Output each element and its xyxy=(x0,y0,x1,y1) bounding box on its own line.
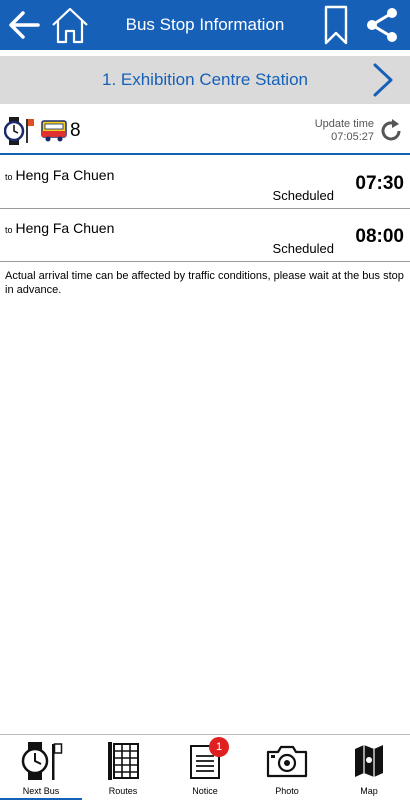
arrival-time: 07:30 xyxy=(355,173,404,194)
share-button[interactable] xyxy=(360,3,404,47)
timetable-icon xyxy=(108,742,139,780)
tab-icon-wrap xyxy=(246,739,328,783)
top-bar: Bus Stop Information xyxy=(0,0,410,50)
route-number: 8 xyxy=(70,120,81,141)
stop-bar: 1. Exhibition Centre Station xyxy=(0,56,410,104)
arrival-destination: to Heng Fa Chuen xyxy=(5,167,114,183)
route-info-icons: 8 xyxy=(4,117,81,145)
app-root: Bus Stop Information 1. Exhibition Centr… xyxy=(0,0,410,800)
arrow-left-icon xyxy=(9,11,40,39)
destination-name: Heng Fa Chuen xyxy=(15,167,115,183)
tab-label: Photo xyxy=(275,786,299,796)
update-time-label: Update time xyxy=(314,118,374,130)
update-time-block: Update time 07:05:27 xyxy=(315,118,374,144)
bottom-tab-bar: Next Bus Routes 1 Notice Photo Map xyxy=(0,734,410,800)
tab-label: Map xyxy=(360,786,378,796)
bus-icon xyxy=(41,120,67,142)
tab-icon-wrap xyxy=(328,739,410,783)
tab-icon-wrap xyxy=(82,739,164,783)
tab-label: Routes xyxy=(108,786,138,796)
tab-label: Next Bus xyxy=(22,786,60,796)
map-icon xyxy=(355,745,383,777)
stop-name[interactable]: 1. Exhibition Centre Station xyxy=(0,56,410,104)
update-time-value: 07:05:27 xyxy=(331,131,374,143)
route-info-row: 8 Update time 07:05:27 xyxy=(0,104,410,155)
to-prefix: to xyxy=(5,172,13,182)
tab-label: Notice xyxy=(192,786,218,796)
share-icon xyxy=(367,8,397,42)
back-button[interactable] xyxy=(2,3,46,47)
chevron-right-icon xyxy=(373,63,393,97)
home-icon xyxy=(52,7,88,44)
next-bus-icon xyxy=(21,742,63,780)
next-stop-button[interactable] xyxy=(368,62,398,98)
refresh-icon[interactable] xyxy=(378,118,404,144)
home-button[interactable] xyxy=(48,3,92,47)
tab-map[interactable]: Map xyxy=(328,735,410,800)
to-prefix: to xyxy=(5,225,13,235)
tab-icon-wrap xyxy=(164,739,246,783)
tab-routes[interactable]: Routes xyxy=(82,735,164,800)
bookmark-icon xyxy=(324,5,348,45)
tab-notice[interactable]: 1 Notice xyxy=(164,735,246,800)
notice-badge: 1 xyxy=(209,737,229,757)
camera-icon xyxy=(266,745,308,778)
arrival-status: Scheduled xyxy=(272,241,334,256)
destination-name: Heng Fa Chuen xyxy=(15,220,115,236)
arrival-row[interactable]: to Heng Fa Chuen Scheduled 07:30 xyxy=(0,156,410,209)
watch-stop-icon xyxy=(4,117,34,145)
arrival-destination: to Heng Fa Chuen xyxy=(5,220,114,236)
tab-icon-wrap xyxy=(0,739,82,783)
arrival-status: Scheduled xyxy=(272,188,334,203)
bookmark-button[interactable] xyxy=(314,3,358,47)
traffic-note: Actual arrival time can be affected by t… xyxy=(5,270,404,296)
arrival-row[interactable]: to Heng Fa Chuen Scheduled 08:00 xyxy=(0,209,410,262)
arrival-time: 08:00 xyxy=(355,226,404,247)
tab-next-bus[interactable]: Next Bus xyxy=(0,735,82,800)
tab-photo[interactable]: Photo xyxy=(246,735,328,800)
